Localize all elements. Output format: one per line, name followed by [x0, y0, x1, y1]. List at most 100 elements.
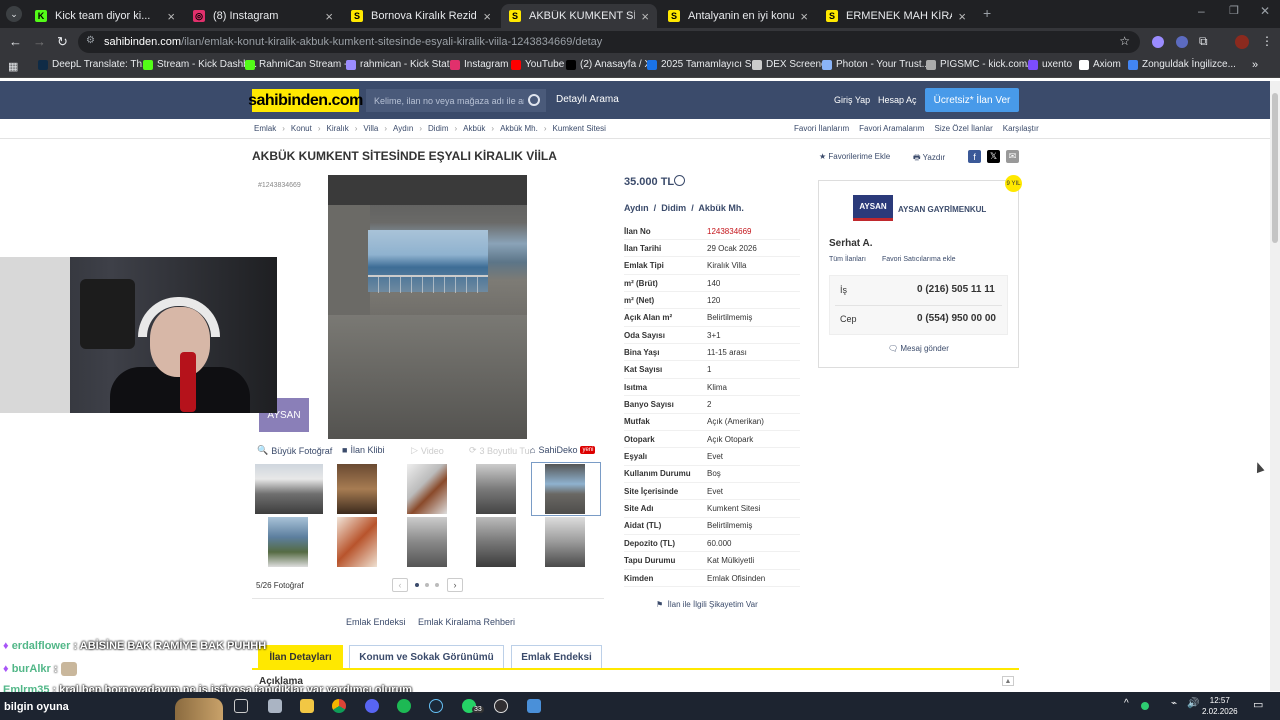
apps-grid-icon[interactable]: ▦	[8, 60, 18, 73]
scrollbar-thumb[interactable]	[1272, 93, 1278, 243]
steam-icon[interactable]	[429, 699, 443, 713]
real-estate-index-link[interactable]: Emlak Endeksi	[346, 617, 406, 627]
extension-icon[interactable]	[1152, 36, 1164, 48]
task-view-icon[interactable]	[234, 699, 248, 713]
tray-expand-icon[interactable]: ^	[1124, 698, 1129, 709]
photo-thumbnail[interactable]	[476, 464, 516, 514]
tab-close-icon[interactable]: ×	[641, 9, 649, 24]
bookmark-item[interactable]: Stream - Kick Dashb...	[143, 59, 257, 70]
all-listings-link[interactable]: Tüm İlanları	[829, 256, 866, 263]
photo-thumbnail[interactable]	[407, 464, 447, 514]
spotify-icon[interactable]	[397, 699, 411, 713]
extension-icon[interactable]	[1176, 36, 1188, 48]
account-link[interactable]: Karşılaştır	[1003, 124, 1039, 133]
page-dot[interactable]	[415, 583, 419, 587]
bookmark-item[interactable]: Axiom	[1079, 59, 1121, 70]
browser-tab[interactable]: S AKBÜK KUMKENT SİTESİNDE EŞ ×	[501, 4, 657, 28]
account-link[interactable]: Favori İlanlarım	[794, 124, 849, 133]
page-dot[interactable]	[425, 583, 429, 587]
photo-thumbnail[interactable]	[255, 464, 323, 514]
breadcrumb-item[interactable]: Villa	[363, 124, 378, 133]
maximize-window-icon[interactable]: ❐	[1229, 4, 1239, 17]
bookmark-item[interactable]: DeepL Translate: Th...	[38, 59, 150, 70]
collapse-chevron-icon[interactable]: ▲	[1002, 676, 1014, 686]
bookmark-item[interactable]: Instagram	[450, 59, 508, 70]
work-phone-number[interactable]: 0 (216) 505 11 11	[917, 284, 995, 295]
puzzle-extensions-icon[interactable]: ⧉	[1199, 34, 1208, 49]
photo-thumbnail[interactable]	[337, 464, 377, 514]
tab-close-icon[interactable]: ×	[958, 9, 966, 24]
tab-close-icon[interactable]: ×	[483, 9, 491, 24]
bookmark-item[interactable]: YouTube	[511, 59, 564, 70]
photo-thumbnail[interactable]	[476, 517, 516, 567]
register-link[interactable]: Hesap Aç	[878, 95, 917, 105]
tab-real-estate-index[interactable]: Emlak Endeksi	[511, 645, 602, 669]
bookmark-item[interactable]: Photon - Your Trust...	[822, 59, 930, 70]
rental-guide-link[interactable]: Emlak Kiralama Rehberi	[418, 617, 515, 627]
reload-icon[interactable]: ↻	[57, 34, 68, 50]
forward-arrow-icon[interactable]: →	[33, 34, 46, 49]
agency-name[interactable]: AYSAN GAYRİMENKUL	[898, 205, 986, 214]
page-scrollbar[interactable]	[1270, 81, 1280, 691]
page-dot[interactable]	[435, 583, 439, 587]
chrome-icon[interactable]	[332, 699, 346, 713]
obs-icon[interactable]	[494, 699, 508, 713]
main-listing-photo[interactable]	[328, 175, 527, 439]
breadcrumb-item[interactable]: Aydın	[393, 124, 413, 133]
app-icon[interactable]	[527, 699, 541, 713]
url-input[interactable]: ⚙ sahibinden.com/ilan/emlak-konut-kirali…	[78, 31, 1140, 53]
next-photo-button[interactable]: ›	[447, 578, 463, 592]
location-city[interactable]: Aydın	[624, 203, 649, 213]
favorite-seller-link[interactable]: Favori Satıcılarıma ekle	[882, 256, 956, 263]
add-favorite-button[interactable]: ★ Favorilerime Ekle	[819, 152, 890, 161]
bookmark-item[interactable]: uxento	[1028, 59, 1072, 70]
sahideko-button[interactable]: ⌂ SahiDeko yeni	[530, 445, 596, 455]
big-photo-button[interactable]: 🔍 Büyük Fotoğraf	[257, 445, 332, 456]
taskbar-clock[interactable]: 12:57 2.02.2026	[1202, 695, 1238, 717]
browser-tab[interactable]: K Kick team diyor ki... ×	[27, 4, 183, 28]
login-link[interactable]: Giriş Yap	[834, 95, 870, 105]
photo-thumbnail[interactable]	[268, 517, 308, 567]
breadcrumb-item[interactable]: Akbük	[463, 124, 485, 133]
back-arrow-icon[interactable]: ←	[9, 34, 22, 49]
prev-photo-button[interactable]: ‹	[392, 578, 408, 592]
agency-logo[interactable]: AYSAN	[853, 195, 893, 221]
post-ad-button[interactable]: Ücretsiz* İlan Ver	[925, 88, 1019, 112]
bookmark-star-icon[interactable]: ☆	[1119, 34, 1130, 48]
browser-tab[interactable]: ◎ (8) Instagram ×	[185, 4, 341, 28]
breadcrumb-item[interactable]: Konut	[291, 124, 312, 133]
explorer-app-icon[interactable]	[268, 699, 282, 713]
browser-tab[interactable]: S ERMENEK MAH KİRALIK DAİRE ×	[818, 4, 974, 28]
site-logo[interactable]: sahibinden.com	[248, 89, 363, 112]
photo-thumbnail[interactable]	[545, 517, 585, 567]
detailed-search-link[interactable]: Detaylı Arama	[556, 94, 619, 105]
price-history-icon[interactable]	[674, 175, 685, 186]
breadcrumb-item[interactable]: Didim	[428, 124, 448, 133]
tab-search-icon[interactable]: ⌄	[6, 6, 22, 22]
tab-close-icon[interactable]: ×	[325, 9, 333, 24]
location-district[interactable]: Didim	[661, 203, 686, 213]
send-message-button[interactable]: 🗨 Mesaj gönder	[888, 344, 949, 353]
tab-close-icon[interactable]: ×	[800, 9, 808, 24]
tab-location-streetview[interactable]: Konum ve Sokak Görünümü	[349, 645, 504, 669]
x-share-icon[interactable]: 𝕏	[987, 150, 1000, 163]
site-info-icon[interactable]: ⚙	[86, 35, 95, 46]
close-window-icon[interactable]: ✕	[1260, 4, 1270, 18]
network-icon[interactable]: ⌁	[1171, 698, 1177, 709]
search-input[interactable]: Kelime, ilan no veya mağaza adı ile ara	[366, 89, 546, 112]
browser-tab[interactable]: S Antalyanin en iyi konumunda 1 ×	[660, 4, 816, 28]
bookmark-item[interactable]: Zonguldak İngilizce...	[1128, 59, 1236, 70]
bookmark-item[interactable]: RahmiCan Stream -...	[245, 59, 356, 70]
mobile-phone-number[interactable]: 0 (554) 950 00 00	[917, 313, 996, 324]
breadcrumb-item[interactable]: Kiralık	[326, 124, 348, 133]
tab-listing-details[interactable]: İlan Detayları	[258, 645, 343, 669]
account-link[interactable]: Size Özel İlanlar	[934, 124, 992, 133]
bookmark-item[interactable]: rahmican - Kick Stat...	[346, 59, 458, 70]
breadcrumb-item[interactable]: Akbük Mh.	[500, 124, 538, 133]
facebook-share-icon[interactable]: f	[968, 150, 981, 163]
email-share-icon[interactable]: ✉	[1006, 150, 1019, 163]
print-button[interactable]: 🖶 Yazdır	[913, 152, 945, 166]
more-bookmarks-icon[interactable]: »	[1252, 59, 1258, 71]
location-neighborhood[interactable]: Akbük Mh.	[698, 203, 744, 213]
photo-thumbnail[interactable]	[545, 464, 585, 514]
